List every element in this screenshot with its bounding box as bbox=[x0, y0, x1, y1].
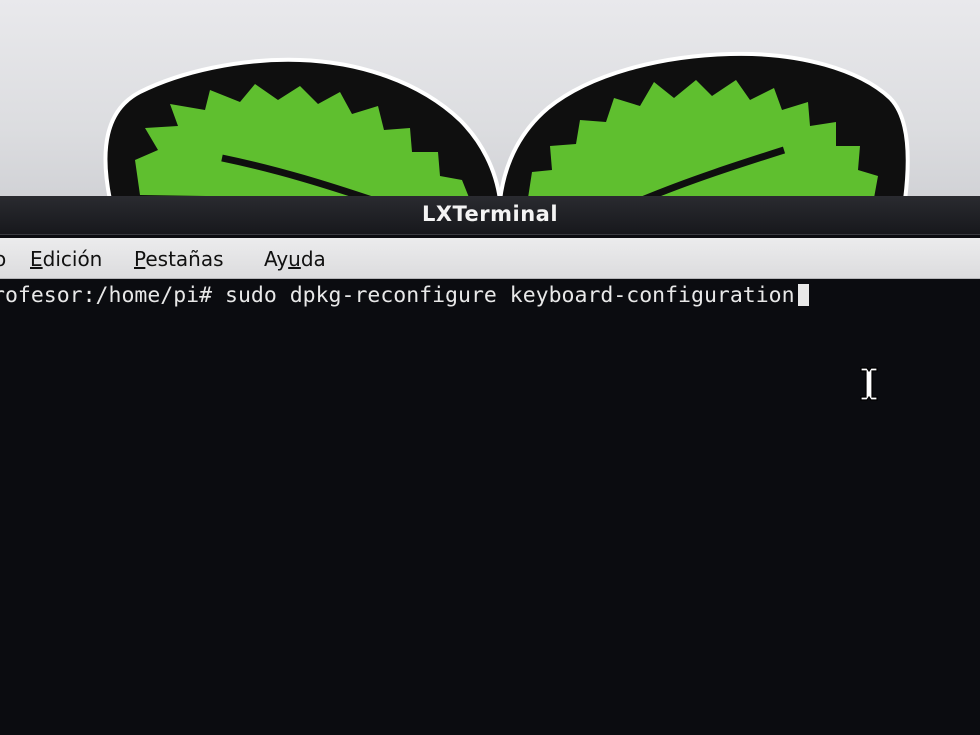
desktop-wallpaper bbox=[0, 0, 980, 212]
command-line: rofesor:/home/pi# sudo dpkg-reconfigure … bbox=[0, 283, 809, 308]
raspberry-leaves-logo bbox=[103, 51, 910, 204]
shell-prompt: rofesor:/home/pi# bbox=[0, 283, 213, 308]
typed-command: sudo dpkg-reconfigure keyboard-configura… bbox=[212, 283, 795, 308]
menu-item-archivo[interactable]: o bbox=[0, 247, 6, 271]
menu-item-pestanas[interactable]: Pestañas bbox=[134, 247, 224, 271]
screen: LXTerminal o Edición Pestañas Ayuda rofe… bbox=[0, 0, 980, 735]
menu-bar: o Edición Pestañas Ayuda bbox=[0, 238, 980, 279]
terminal-window[interactable]: LXTerminal o Edición Pestañas Ayuda rofe… bbox=[0, 196, 980, 735]
window-title: LXTerminal bbox=[421, 202, 559, 226]
i-beam-cursor-icon bbox=[860, 367, 878, 401]
terminal-output-area[interactable]: rofesor:/home/pi# sudo dpkg-reconfigure … bbox=[0, 279, 980, 735]
menu-item-ayuda[interactable]: Ayuda bbox=[264, 247, 326, 271]
title-bar[interactable]: LXTerminal bbox=[0, 196, 980, 235]
menu-item-edicion[interactable]: Edición bbox=[30, 247, 102, 271]
block-text-cursor bbox=[797, 284, 809, 306]
